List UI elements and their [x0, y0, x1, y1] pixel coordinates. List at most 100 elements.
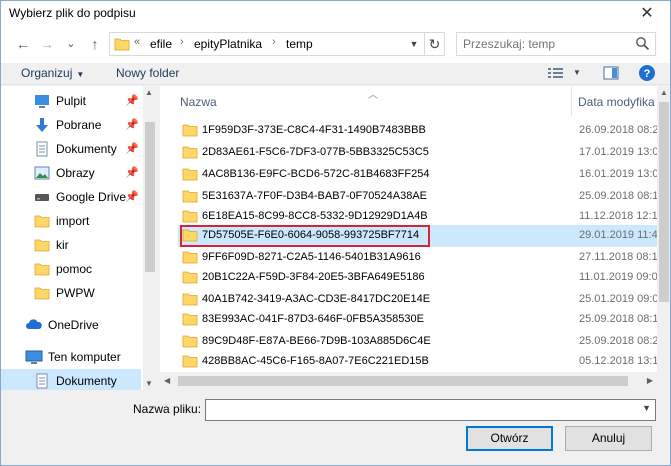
folder-icon [34, 285, 50, 301]
file-open-dialog: Wybierz plik do podpisu ✕ ← → ⌄ ↑ « efil… [0, 0, 671, 466]
sidebar-item-pobrane[interactable]: Pobrane 📌 [1, 113, 141, 137]
folder-icon [182, 335, 198, 348]
forward-button[interactable]: → [35, 33, 59, 55]
sidebar-item-label: PWPW [56, 286, 95, 300]
file-date: 11.01.2019 09:0 [579, 271, 658, 283]
computer-icon [25, 349, 43, 365]
chevron-right-icon: › [180, 36, 184, 48]
scroll-left-icon[interactable]: ◀ [164, 376, 170, 385]
new-folder-button[interactable]: Nowy folder [116, 66, 179, 80]
file-date: 25.01.2019 09:0 [579, 293, 659, 305]
column-headers: ︿ Nazwa Data modyfika [160, 86, 660, 116]
highlight-box [180, 225, 430, 247]
breadcrumb-overflow[interactable]: « [134, 36, 140, 48]
scroll-down-icon[interactable]: ▼ [145, 379, 153, 388]
pin-icon[interactable]: 📌 [125, 118, 139, 131]
navigation-pane: Pulpit 📌 Pobrane 📌 Dokumenty 📌 Obrazy 📌 … [1, 86, 157, 390]
folder-icon [182, 210, 198, 223]
sidebar-item-obrazy[interactable]: Obrazy 📌 [1, 161, 141, 185]
sidebar-item-ten-komputer[interactable]: Ten komputer [1, 345, 141, 369]
column-header-name[interactable]: Nazwa [180, 95, 217, 109]
sidebar-item-onedrive[interactable]: OneDrive [1, 313, 141, 337]
search-icon[interactable] [635, 36, 650, 51]
sidebar-item-pomoc[interactable]: pomoc [1, 257, 141, 281]
scrollbar-thumb[interactable] [145, 122, 155, 272]
file-row[interactable]: 40A1B742-3419-A3AC-CD3E-8417DC20E14E 25.… [178, 289, 668, 311]
scrollbar-thumb[interactable] [659, 102, 669, 302]
chevron-down-icon[interactable]: ▼ [406, 35, 422, 53]
column-divider[interactable] [571, 86, 572, 116]
folder-icon [182, 313, 198, 326]
help-icon[interactable]: ? [638, 64, 656, 82]
sidebar-item-dokumenty[interactable]: Dokumenty 📌 [1, 137, 141, 161]
file-row[interactable]: 83E993AC-041F-87D3-646F-0FB5A358530E 25.… [178, 309, 668, 331]
file-list-vertical-scrollbar[interactable]: ▲ [657, 86, 670, 390]
scrollbar-thumb[interactable] [178, 376, 628, 386]
scroll-up-icon[interactable]: ▲ [145, 88, 153, 97]
file-row[interactable]: 2D83AE61-F5C6-7DF3-077B-5BB3325C53C5 17.… [178, 142, 668, 164]
back-button[interactable]: ← [11, 33, 35, 55]
sidebar-item-import[interactable]: import [1, 209, 141, 233]
preview-pane-icon[interactable] [603, 66, 619, 80]
sidebar-item-label: import [56, 214, 90, 228]
search-input[interactable] [457, 33, 627, 55]
file-row[interactable]: 1F959D3F-373E-C8C4-4F31-1490B7483BBB 26.… [178, 120, 668, 142]
folder-icon [34, 237, 50, 253]
breadcrumb-epityplatnika[interactable]: epityPlatnika [194, 37, 262, 51]
file-name: 2D83AE61-F5C6-7DF3-077B-5BB3325C53C5 [202, 146, 429, 158]
scroll-right-icon[interactable]: ▶ [647, 376, 653, 385]
file-name: 89C9D48F-E87A-BE66-7D9B-103A885D6C4E [202, 335, 431, 347]
pin-icon[interactable]: 📌 [125, 142, 139, 155]
file-name: 20B1C22A-F59D-3F84-20E5-3BFA649E5186 [202, 271, 425, 283]
file-name: 6E18EA15-8C99-8CC8-5332-9D12929D1A4B [202, 210, 428, 222]
pin-icon[interactable]: 📌 [125, 166, 139, 179]
sidebar-item-google-drive[interactable]: Google Drive 📌 [1, 185, 141, 209]
open-button[interactable]: Otwórz [466, 426, 553, 451]
sidebar-item-pulpit[interactable]: Pulpit 📌 [1, 89, 141, 113]
sidebar-item-label: Obrazy [56, 166, 95, 180]
file-name: 5E31637A-7F0F-D3B4-BAB7-0F70524A38AE [202, 190, 428, 202]
column-header-date[interactable]: Data modyfika [578, 95, 655, 109]
title-bar: Wybierz plik do podpisu ✕ [1, 1, 670, 29]
recent-locations-button[interactable]: ⌄ [59, 33, 83, 55]
file-date: 25.09.2018 08:1 [579, 313, 659, 325]
sidebar-item-kir[interactable]: kir [1, 233, 141, 257]
scroll-up-icon[interactable]: ▲ [660, 88, 668, 97]
file-row[interactable]: 9FF6F09D-8271-C2A5-1146-5401B31A9616 27.… [178, 247, 668, 269]
view-options-icon[interactable] [547, 66, 567, 80]
file-row[interactable]: 428BB8AC-45C6-F165-8A07-7E6C221ED15B 05.… [178, 351, 668, 373]
folder-icon [114, 37, 130, 51]
folder-icon [182, 251, 198, 264]
sidebar-item-label: Pulpit [56, 94, 87, 108]
breadcrumb-temp[interactable]: temp [286, 37, 313, 51]
refresh-icon[interactable]: ↻ [424, 33, 444, 55]
file-date: 11.12.2018 12:1 [579, 210, 658, 222]
pin-icon[interactable]: 📌 [125, 94, 139, 107]
file-row[interactable]: 89C9D48F-E87A-BE66-7D9B-103A885D6C4E 25.… [178, 331, 668, 353]
search-box[interactable] [456, 32, 656, 56]
sidebar-item-label: kir [56, 238, 69, 252]
chevron-down-icon[interactable]: ▼ [642, 403, 651, 413]
folder-icon [34, 261, 50, 277]
sidebar-item-pwpw[interactable]: PWPW [1, 281, 141, 305]
address-bar[interactable]: « efile › epityPlatnika › temp ▼ ↻ [109, 32, 445, 56]
filename-combobox[interactable]: ▼ [205, 399, 656, 421]
pin-icon[interactable]: 📌 [125, 190, 139, 203]
file-row[interactable]: 4AC8B136-E9FC-BCD6-572C-81B4683FF254 16.… [178, 164, 668, 186]
sidebar-item-dokumenty-pc[interactable]: Dokumenty [1, 369, 141, 390]
file-row[interactable]: 20B1C22A-F59D-3F84-20E5-3BFA649E5186 11.… [178, 267, 668, 289]
breadcrumb-efile[interactable]: efile [150, 37, 172, 51]
file-row[interactable]: 5E31637A-7F0F-D3B4-BAB7-0F70524A38AE 25.… [178, 186, 668, 208]
filename-input[interactable] [206, 400, 626, 420]
sidebar-scrollbar[interactable]: ▲ ▼ [143, 86, 157, 390]
organize-menu[interactable]: Organizuj ▼ [21, 66, 84, 80]
file-list-horizontal-scrollbar[interactable]: ◀ ▶ [160, 372, 657, 390]
close-button[interactable]: ✕ [624, 1, 670, 29]
file-name: 9FF6F09D-8271-C2A5-1146-5401B31A9616 [202, 251, 421, 263]
folder-icon [182, 271, 198, 284]
chevron-down-icon[interactable]: ▼ [573, 68, 581, 77]
up-button[interactable]: ↑ [83, 33, 107, 55]
sort-ascending-icon: ︿ [368, 90, 378, 101]
cancel-button[interactable]: Anuluj [565, 426, 652, 451]
file-list: ︿ Nazwa Data modyfika 1F959D3F-373E-C8C4… [160, 86, 670, 390]
